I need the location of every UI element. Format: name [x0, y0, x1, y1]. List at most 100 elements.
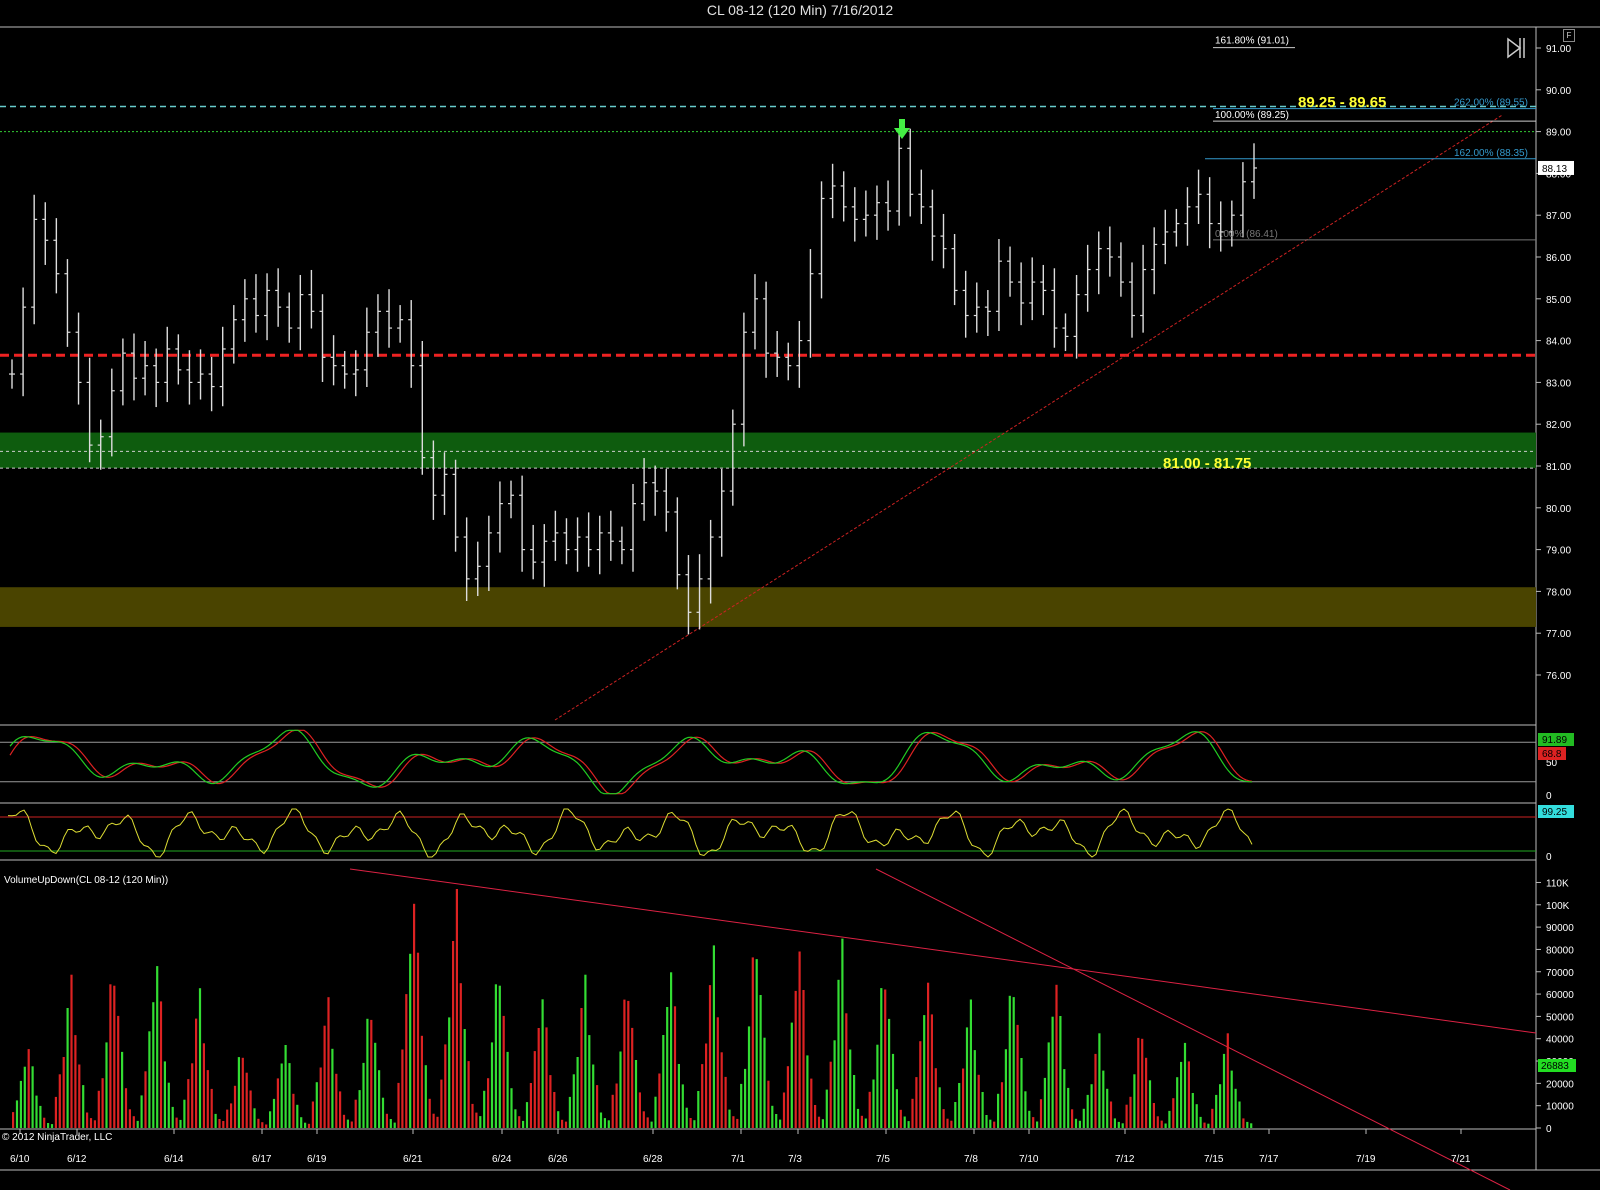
volume-bar — [666, 1007, 669, 1128]
volume-bar — [817, 1116, 821, 1128]
volume-bar — [490, 1042, 494, 1128]
price-tick-label: 77.00 — [1546, 629, 1571, 640]
price-bar — [53, 218, 60, 294]
volume-bar — [568, 1096, 571, 1128]
price-bar — [552, 510, 559, 561]
price-bar — [1051, 268, 1058, 348]
price-bar — [241, 279, 248, 342]
volume-bar — [296, 1104, 299, 1129]
volume-bar — [1222, 1053, 1226, 1128]
volume-bar — [728, 1109, 731, 1128]
scroll-to-end-icon[interactable] — [1507, 37, 1525, 59]
time-tick-label: 7/19 — [1356, 1154, 1376, 1165]
volume-bar — [43, 1117, 46, 1128]
volume-bar — [634, 1060, 638, 1128]
volume-bar — [549, 1075, 552, 1128]
volume-bar — [237, 1057, 240, 1128]
volume-bar — [292, 1093, 295, 1128]
volume-bar — [1238, 1101, 1241, 1128]
volume-bar — [1071, 1109, 1074, 1128]
price-bar — [175, 334, 182, 385]
volume-bar — [331, 1048, 334, 1128]
volume-bar — [159, 1001, 163, 1128]
volume-bar — [514, 1109, 517, 1128]
price-bar — [962, 270, 969, 338]
price-bar — [164, 326, 171, 403]
volume-bar — [1051, 1016, 1054, 1128]
price-bar — [818, 181, 825, 299]
volume-bar — [245, 1072, 248, 1128]
volume-bar — [958, 1083, 961, 1128]
price-tick-label: 84.00 — [1546, 337, 1571, 348]
price-bar — [563, 518, 570, 565]
volume-bar — [701, 1064, 704, 1128]
volume-bar — [1148, 1080, 1152, 1128]
volume-tick-label: 50000 — [1546, 1012, 1574, 1023]
price-tick-label: 76.00 — [1546, 671, 1571, 682]
volume-bar — [821, 1119, 824, 1128]
volume-bar — [366, 1018, 369, 1128]
volume-bar — [572, 1074, 575, 1128]
volume-bar — [70, 974, 73, 1128]
volume-bar — [288, 1063, 291, 1128]
price-bar — [607, 510, 614, 561]
volume-bar — [1067, 1087, 1070, 1128]
volume-bar — [393, 1122, 396, 1128]
chart-canvas[interactable]: 89.25 - 89.65 81.00 - 81.75 161.80% (91.01… — [0, 0, 1600, 1190]
volume-bar — [810, 1078, 813, 1128]
volume-tick-label: 110K — [1546, 878, 1569, 889]
volume-bar — [152, 1002, 155, 1128]
volume-bar — [1121, 1123, 1124, 1128]
volume-bar — [148, 1031, 151, 1128]
volume-bar — [880, 988, 883, 1128]
volume-bar — [389, 1119, 392, 1128]
volume-tick-label: 20000 — [1546, 1079, 1574, 1090]
lower-zone — [0, 587, 1536, 627]
volume-bar — [342, 1114, 346, 1128]
volume-bar — [685, 1107, 688, 1128]
volume-bar — [494, 984, 497, 1128]
volume-bar — [459, 983, 462, 1128]
volume-bar — [226, 1109, 229, 1128]
zone-support-label: 81.00 - 81.75 — [1163, 455, 1251, 472]
volume-bar — [409, 953, 412, 1128]
price-bar — [718, 468, 725, 557]
time-tick-label: 7/10 — [1019, 1154, 1039, 1165]
fib-label: 262.00% (89.55) — [1454, 98, 1528, 109]
volume-bar — [93, 1120, 96, 1128]
price-bar — [485, 515, 492, 591]
price-tick-label: 89.00 — [1546, 128, 1571, 139]
volume-bar — [1028, 1110, 1031, 1128]
price-bar — [1029, 257, 1036, 321]
volume-bar — [272, 1098, 276, 1128]
price-bar — [618, 526, 625, 565]
volume-bar — [654, 1096, 657, 1128]
volume-bar — [884, 989, 887, 1128]
volume-bar — [50, 1124, 54, 1128]
volume-bar — [191, 1063, 194, 1128]
volume-bar — [284, 1045, 287, 1128]
volume-bar — [849, 1049, 852, 1128]
volume-bar — [779, 1119, 782, 1128]
volume-bar — [786, 1066, 789, 1128]
volume-bar — [860, 1115, 863, 1128]
price-bar — [940, 213, 947, 269]
volume-bar — [1004, 1049, 1007, 1128]
time-tick-label: 6/17 — [252, 1154, 272, 1165]
volume-bar — [658, 1073, 661, 1128]
price-bar — [1073, 274, 1080, 359]
volume-bar — [923, 1015, 926, 1128]
volume-bar — [1086, 1094, 1089, 1128]
volume-bar — [307, 1123, 311, 1128]
volume-bar — [553, 1092, 556, 1128]
volume-bar — [646, 1117, 649, 1128]
volume-bar — [506, 1051, 509, 1128]
volume-bar — [105, 1042, 108, 1128]
time-tick-label: 7/5 — [876, 1154, 890, 1165]
price-tick-label: 82.00 — [1546, 420, 1571, 431]
volume-bar — [1055, 984, 1058, 1128]
price-bar — [330, 335, 337, 386]
volume-tick-label: 10000 — [1546, 1102, 1574, 1113]
volume-bar — [771, 1105, 774, 1128]
volume-bar — [1074, 1118, 1078, 1128]
